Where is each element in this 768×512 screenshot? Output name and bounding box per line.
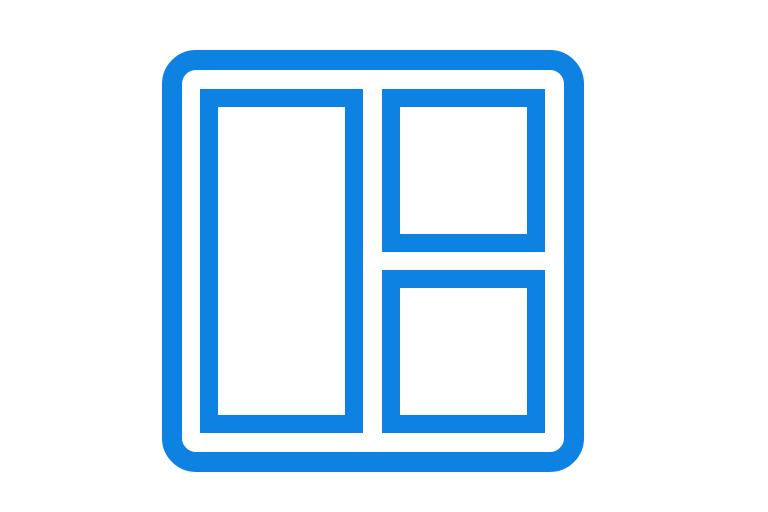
outer-frame [162, 50, 584, 472]
dashboard-layout-icon [162, 50, 584, 472]
bottom-right-panel [382, 270, 545, 433]
layout-icon-svg [162, 50, 584, 472]
top-right-panel [382, 89, 545, 252]
left-panel [200, 89, 363, 433]
canvas [0, 0, 768, 512]
